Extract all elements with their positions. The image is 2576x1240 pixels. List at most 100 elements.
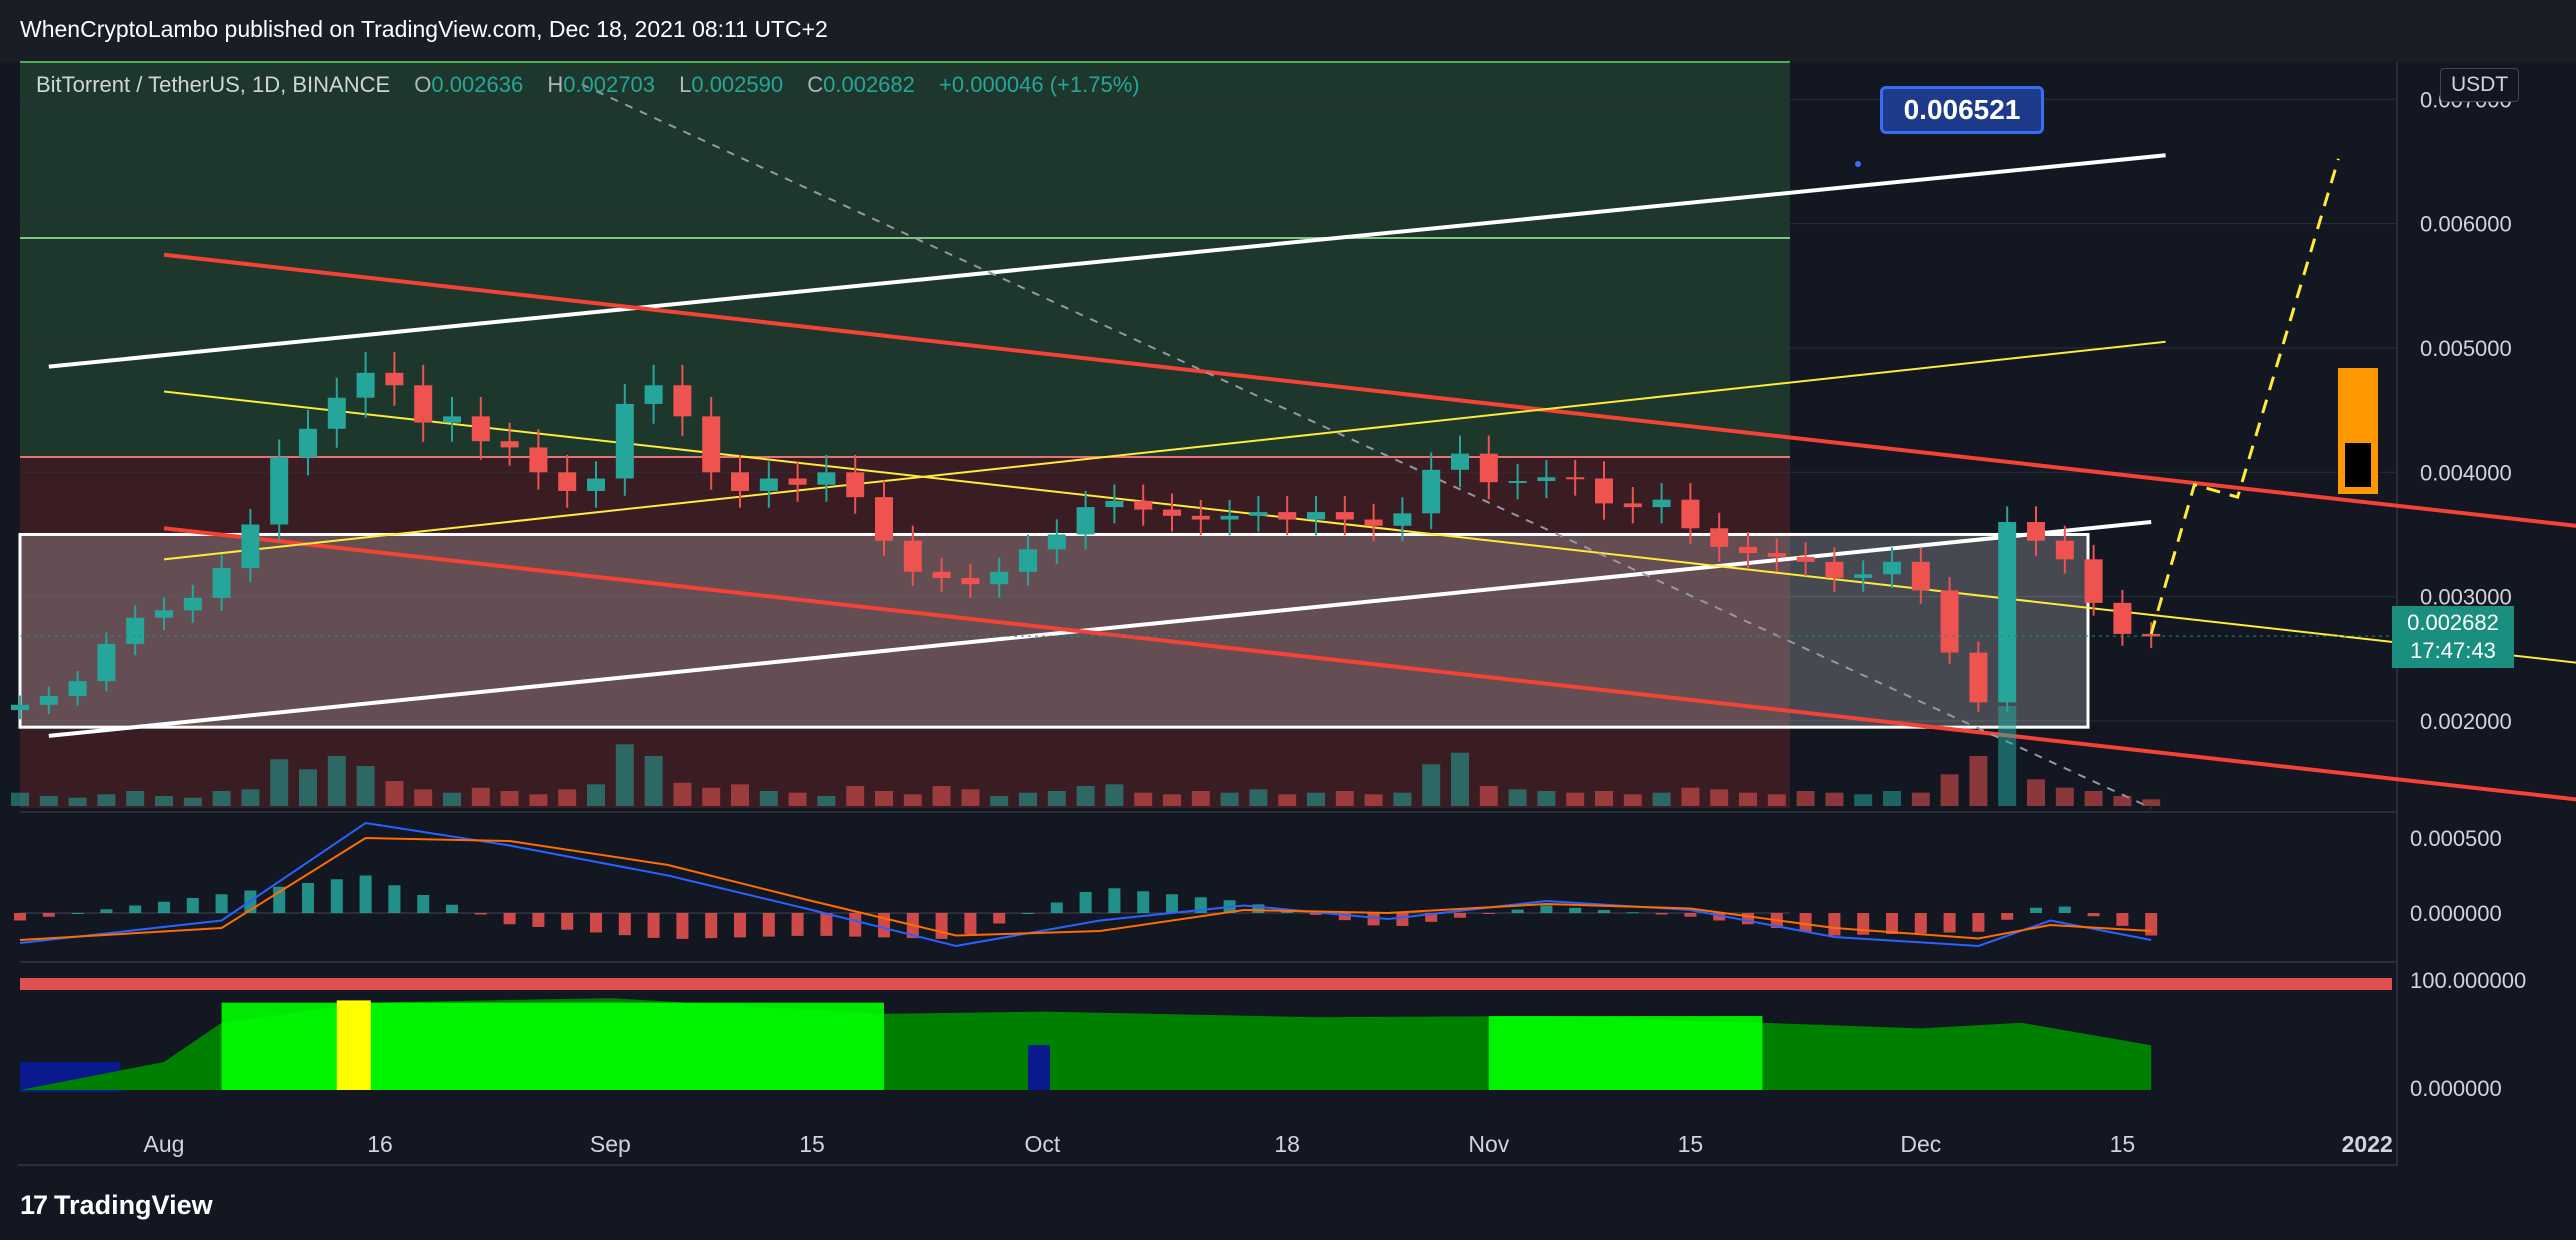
volume-bar: [2142, 799, 2161, 806]
osc-bright-segment: [1488, 1016, 1763, 1090]
volume-bar: [1019, 792, 1037, 806]
tradingview-logo-icon: 17: [20, 1190, 48, 1220]
macd-histogram-bar: [302, 883, 314, 913]
tradingview-logo[interactable]: 17 TradingView: [20, 1190, 213, 1221]
macd-histogram-bar: [1886, 913, 1898, 934]
candle-body: [1883, 561, 1901, 575]
volume-bar: [1220, 792, 1239, 806]
macd-histogram-bar: [1511, 909, 1524, 913]
volume-bar: [1249, 789, 1268, 806]
chart-canvas[interactable]: 0.0070000.0060000.0050000.0040000.003000…: [0, 0, 2576, 1240]
volume-bar: [155, 796, 173, 806]
macd-histogram-bar: [1569, 907, 1582, 913]
candle-body: [731, 472, 749, 491]
candle-body: [673, 385, 692, 417]
target-anchor-point: [1855, 161, 1861, 167]
macd-histogram-bar: [1540, 905, 1553, 913]
candle-body: [1566, 477, 1585, 480]
volume-bar: [1163, 794, 1181, 806]
macd-histogram-bar: [2058, 906, 2071, 913]
candle-body: [2055, 540, 2074, 560]
candle-body: [11, 704, 29, 711]
volume-bar: [1623, 794, 1642, 806]
volume-bar: [759, 791, 778, 806]
volume-bar: [2027, 779, 2045, 806]
time-tick-label: 2022: [2342, 1131, 2393, 1157]
low-label: L: [679, 72, 692, 97]
osc-tick-label: 0.000000: [2410, 1076, 2502, 1101]
candle-body: [1739, 546, 1757, 554]
macd-tick-label: 0.000000: [2410, 901, 2502, 926]
close-value: 0.002682: [823, 72, 915, 97]
volume-bar: [961, 789, 980, 806]
volume-bar: [2055, 787, 2074, 806]
volume-bar: [1479, 786, 1498, 806]
candle-body: [299, 428, 317, 458]
volume-bar: [932, 786, 951, 806]
macd-histogram-bar: [734, 913, 746, 938]
candle-body: [1681, 499, 1700, 529]
candle-body: [529, 447, 548, 473]
volume-bar: [990, 796, 1009, 806]
macd-histogram-bar: [1482, 913, 1495, 914]
macd-histogram-bar: [273, 886, 286, 913]
candle-body: [1105, 500, 1124, 508]
target-price-label[interactable]: 0.006521: [1880, 86, 2044, 134]
volume-bar: [1278, 794, 1297, 806]
candle-body: [587, 478, 605, 491]
volume-bar: [500, 791, 519, 806]
macd-histogram-bar: [993, 913, 1006, 924]
candle-body: [1335, 512, 1354, 520]
currency-badge[interactable]: USDT: [2440, 68, 2520, 102]
osc-upper-band: [20, 978, 2392, 990]
candle-body: [1191, 515, 1210, 520]
volume-bar: [1566, 792, 1585, 806]
macd-histogram-bar: [503, 913, 516, 925]
osc-bright-segment: [221, 1002, 885, 1090]
volume-bar: [1364, 794, 1383, 806]
candle-body: [443, 416, 461, 423]
volume-bar: [39, 796, 58, 806]
close-label: C: [807, 72, 824, 97]
volume-bar: [1105, 784, 1124, 806]
candle-body: [1479, 453, 1498, 483]
bar-countdown: 17:47:43: [2410, 638, 2496, 663]
macd-histogram-bar: [215, 894, 228, 913]
high-label: H: [547, 72, 564, 97]
macd-histogram-bar: [2116, 913, 2129, 926]
volume-bar: [1508, 789, 1527, 806]
macd-histogram-bar: [1079, 892, 1092, 913]
candle-body: [1422, 469, 1441, 514]
change-value: +0.000046 (+1.75%): [939, 72, 1140, 97]
tradingview-brand: TradingView: [54, 1190, 213, 1220]
volume-bar: [702, 787, 721, 806]
volume-bar: [1191, 791, 1210, 806]
volume-bar: [183, 797, 202, 806]
candle-body: [414, 385, 433, 423]
volume-bar: [846, 786, 865, 806]
time-tick-label: 16: [367, 1131, 393, 1157]
time-tick-label: 15: [1678, 1131, 1704, 1157]
volume-bar: [241, 789, 260, 806]
macd-histogram-bar: [532, 913, 545, 927]
candle-body: [500, 441, 519, 448]
candle-body: [1451, 453, 1469, 470]
candle-body: [327, 397, 346, 429]
candle-body: [1710, 528, 1729, 547]
candle-body: [1796, 556, 1815, 562]
candle-body: [875, 497, 893, 541]
candle-body: [2084, 559, 2103, 603]
macd-histogram-bar: [1828, 913, 1841, 936]
candle-body: [1076, 507, 1095, 535]
macd-histogram-bar: [618, 913, 631, 936]
volume-bar: [1681, 787, 1700, 806]
volume-bar: [1767, 794, 1786, 806]
macd-histogram-bar: [417, 895, 430, 913]
candle-body: [1307, 512, 1325, 520]
volume-bar: [1911, 792, 1930, 806]
candle-body: [1134, 500, 1153, 510]
candle-body: [241, 524, 260, 569]
last-price: 0.002682: [2407, 610, 2499, 635]
candle-body: [126, 617, 145, 644]
macd-histogram-bar: [446, 904, 458, 913]
